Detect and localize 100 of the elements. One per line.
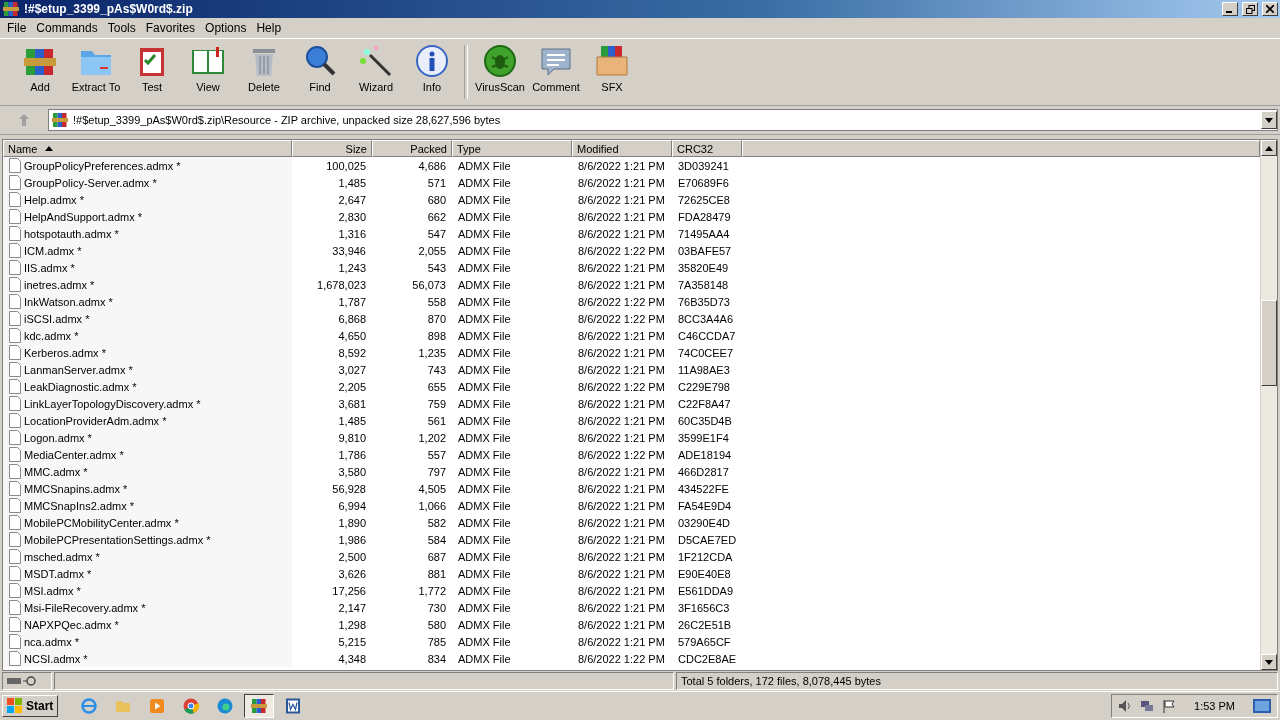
- toolbar-button[interactable]: Wizard: [348, 43, 404, 93]
- menu-item[interactable]: Favorites: [140, 21, 201, 35]
- table-cell-text: 4,686: [417, 158, 447, 174]
- table-cell-text: 4,348: [337, 651, 367, 667]
- file-icon: [9, 498, 21, 513]
- column-header[interactable]: Modified: [572, 140, 672, 157]
- scroll-up-button[interactable]: [1261, 140, 1277, 156]
- table-cell-text: ADMX File: [457, 260, 512, 276]
- table-cell-text: 71495AA4: [677, 226, 731, 242]
- toolbar-button[interactable]: Test: [124, 43, 180, 93]
- toolbar-button[interactable]: VirusScan: [472, 43, 528, 93]
- table-cell-text: 1,485: [337, 175, 367, 191]
- table-cell-text: 8/6/2022 1:22 PM: [577, 311, 666, 327]
- start-button[interactable]: Start: [2, 695, 59, 717]
- info-icon: [414, 43, 450, 79]
- status-text: Total 5 folders, 172 files, 8,078,445 bytes: [681, 675, 881, 687]
- table-cell-text: 1,786: [337, 447, 367, 463]
- toolbar-button[interactable]: Comment: [528, 43, 584, 93]
- dropdown-button[interactable]: [1261, 111, 1277, 129]
- toolbar-button[interactable]: SFX: [584, 43, 640, 93]
- table-cell-text: 2,147: [337, 600, 367, 616]
- table-cell-text: 1,298: [337, 617, 367, 633]
- toolbar-button[interactable]: Find: [292, 43, 348, 93]
- toolbar-button[interactable]: Extract To: [68, 43, 124, 93]
- table-cell-text: C46CCDA7: [677, 328, 737, 344]
- file-icon: [9, 481, 21, 496]
- table-cell-text: 8/6/2022 1:21 PM: [577, 396, 666, 412]
- file-name-cell: MediaCenter.admx *: [3, 446, 292, 463]
- taskbar-app[interactable]: [244, 694, 275, 718]
- browser-icon: [80, 697, 99, 715]
- table-cell-text: 8/6/2022 1:21 PM: [577, 566, 666, 582]
- toolbar-button[interactable]: Add: [12, 43, 68, 93]
- network-icon: [1140, 699, 1155, 713]
- flag-icon: [1162, 699, 1177, 713]
- table-cell-text: 8/6/2022 1:21 PM: [577, 413, 666, 429]
- toolbar-button[interactable]: Info: [404, 43, 460, 93]
- column-header[interactable]: Type: [452, 140, 572, 157]
- table-cell-text: 56,928: [331, 481, 367, 497]
- table-cell-text: ADMX File: [457, 413, 512, 429]
- books-icon: [2, 0, 20, 18]
- table-cell-text: 3,027: [337, 362, 367, 378]
- close-button[interactable]: [1262, 2, 1278, 16]
- column-header[interactable]: Packed: [372, 140, 452, 157]
- scrollbar[interactable]: [1260, 140, 1277, 670]
- toolbar-button[interactable]: View: [180, 43, 236, 93]
- address-field[interactable]: !#$etup_3399_pAs$W0rd$.zip\Resource - ZIP archive, unpacked size 28,627,596 bytes: [48, 109, 1278, 131]
- file-icon: [9, 634, 21, 649]
- table-cell-text: 8/6/2022 1:21 PM: [577, 549, 666, 565]
- table-cell-text: 561: [426, 413, 447, 429]
- file-name-cell: inetres.admx *: [3, 276, 292, 293]
- table-cell-text: ADMX File: [457, 515, 512, 531]
- table-cell-text: ADMX File: [457, 651, 512, 667]
- table-cell-text: 03BAFE57: [677, 243, 733, 259]
- table-cell-text: ADMX File: [457, 158, 512, 174]
- file-icon: [9, 430, 21, 445]
- table-cell-text: 557: [426, 447, 447, 463]
- file-name-cell: LocationProviderAdm.admx *: [3, 412, 292, 429]
- menu-item[interactable]: Help: [251, 21, 287, 35]
- file-icon: [9, 192, 21, 207]
- table-cell-text: E70689F6: [677, 175, 730, 191]
- table-cell-text: 3,681: [337, 396, 367, 412]
- table-cell-text: 8/6/2022 1:21 PM: [577, 260, 666, 276]
- table-cell-text: 580: [426, 617, 447, 633]
- menu-item[interactable]: Options: [200, 21, 252, 35]
- table-cell-text: 8/6/2022 1:21 PM: [577, 209, 666, 225]
- menu-item[interactable]: Commands: [31, 21, 103, 35]
- table-cell-text: ADMX File: [457, 294, 512, 310]
- table-cell-text: ADMX File: [457, 549, 512, 565]
- minimize-button[interactable]: [1222, 2, 1238, 16]
- file-icon: [9, 566, 21, 581]
- toolbar-button[interactable]: Delete: [236, 43, 292, 93]
- browser-icon: [216, 697, 235, 715]
- scroll-thumb[interactable]: [1261, 300, 1277, 386]
- file-name-cell: Msi-FileRecovery.admx *: [3, 599, 292, 616]
- menu-item[interactable]: Tools: [102, 21, 141, 35]
- scroll-down-button[interactable]: [1261, 654, 1277, 670]
- file-icon: [9, 464, 21, 479]
- column-header[interactable]: CRC32: [672, 140, 742, 157]
- file-name-cell: MMCSnapins.admx *: [3, 480, 292, 497]
- table-cell-text: 8/6/2022 1:21 PM: [577, 192, 666, 208]
- table-cell-text: ADMX File: [457, 617, 512, 633]
- document-icon: [284, 697, 303, 715]
- restore-button[interactable]: [1242, 2, 1258, 16]
- table-cell-text: 6,868: [337, 311, 367, 327]
- table-cell-text: 579A65CF: [677, 634, 732, 650]
- column-header[interactable]: Name: [3, 140, 292, 157]
- file-name-cell: NCSI.admx *: [3, 650, 292, 667]
- table-cell-text: ADMX File: [457, 328, 512, 344]
- table-cell-text: ADMX File: [457, 498, 512, 514]
- table-cell-text: ADMX File: [457, 447, 512, 463]
- table-cell-text: 2,647: [337, 192, 367, 208]
- table-cell-text: 8/6/2022 1:21 PM: [577, 515, 666, 531]
- table-cell-text: 1,772: [417, 583, 447, 599]
- column-header[interactable]: Size: [292, 140, 372, 157]
- menu-item[interactable]: File: [2, 21, 32, 35]
- table-cell-text: 8/6/2022 1:21 PM: [577, 583, 666, 599]
- file-name-cell: HelpAndSupport.admx *: [3, 208, 292, 225]
- table-cell-text: 8/6/2022 1:22 PM: [577, 651, 666, 667]
- table-cell-text: E90E40E8: [677, 566, 732, 582]
- table-cell-text: ADMX File: [457, 532, 512, 548]
